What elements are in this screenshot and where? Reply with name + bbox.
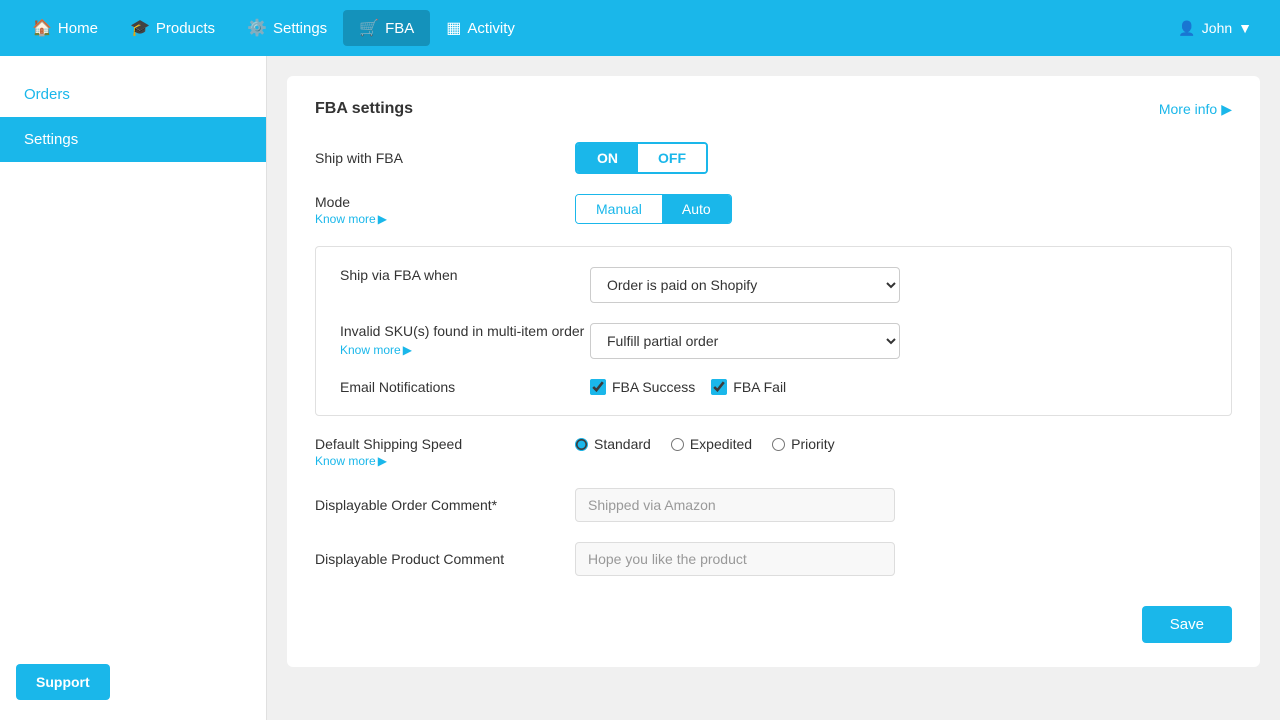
fba-success-checkbox[interactable]	[590, 379, 606, 395]
nav-activity-label: Activity	[467, 20, 515, 37]
fba-settings-card: FBA settings More info ▶ Ship with FBA O…	[287, 76, 1260, 667]
sidebar: Orders Settings	[0, 56, 267, 720]
ship-via-label: Ship via FBA when	[340, 267, 590, 283]
sidebar-orders-label: Orders	[24, 86, 70, 103]
ship-via-row: Ship via FBA when Order is paid on Shopi…	[340, 267, 1207, 303]
email-notifications-label: Email Notifications	[340, 379, 590, 395]
nav-home[interactable]: 🏠 Home	[16, 10, 114, 46]
settings-icon: ⚙️	[247, 18, 267, 38]
chevron-down-icon: ▼	[1238, 20, 1252, 36]
nav-fba-label: FBA	[385, 20, 414, 37]
email-checkboxes: FBA Success FBA Fail	[590, 379, 786, 395]
mode-toggle: Manual Auto	[575, 194, 732, 224]
invalid-sku-row: Invalid SKU(s) found in multi-item order…	[340, 323, 1207, 359]
activity-icon: ▦	[446, 18, 461, 38]
order-comment-row: Displayable Order Comment*	[315, 488, 1232, 522]
speed-priority-item[interactable]: Priority	[772, 436, 835, 452]
fba-fail-checkbox[interactable]	[711, 379, 727, 395]
nav-settings[interactable]: ⚙️ Settings	[231, 10, 343, 46]
chevron-right-small-icon: ▶	[378, 212, 387, 226]
main-content: FBA settings More info ▶ Ship with FBA O…	[267, 56, 1280, 720]
home-icon: 🏠	[32, 18, 52, 38]
more-info-link[interactable]: More info ▶	[1159, 101, 1232, 118]
fba-fail-label: FBA Fail	[733, 379, 786, 395]
shipping-speed-know-more-link[interactable]: Know more ▶	[315, 454, 387, 468]
fba-fail-checkbox-item[interactable]: FBA Fail	[711, 379, 786, 395]
card-header: FBA settings More info ▶	[315, 100, 1232, 118]
speed-priority-label: Priority	[791, 436, 835, 452]
shipping-speed-label: Default Shipping Speed	[315, 436, 575, 452]
speed-standard-radio[interactable]	[575, 438, 588, 451]
save-row: Save	[315, 596, 1232, 643]
product-comment-row: Displayable Product Comment	[315, 542, 1232, 576]
email-notifications-row: Email Notifications FBA Success FBA Fail	[340, 379, 1207, 395]
nav-fba[interactable]: 🛒 FBA	[343, 10, 430, 46]
nav-activity[interactable]: ▦ Activity	[430, 10, 531, 46]
mode-know-more-link[interactable]: Know more ▶	[315, 212, 387, 226]
shipping-speed-radios: Standard Expedited Priority	[575, 436, 835, 452]
product-comment-label: Displayable Product Comment	[315, 551, 575, 567]
navbar: 🏠 Home 🎓 Products ⚙️ Settings 🛒 FBA ▦ Ac…	[0, 0, 1280, 56]
order-comment-label: Displayable Order Comment*	[315, 497, 575, 513]
user-menu[interactable]: 👤 John ▼	[1166, 12, 1264, 45]
fba-success-label: FBA Success	[612, 379, 695, 395]
nav-settings-label: Settings	[273, 20, 327, 37]
support-button[interactable]: Support	[16, 664, 110, 700]
toggle-off-button[interactable]: OFF	[638, 144, 706, 172]
speed-expedited-label: Expedited	[690, 436, 752, 452]
mode-label: Mode	[315, 194, 575, 210]
shipping-speed-row: Default Shipping Speed Know more ▶ Stand…	[315, 436, 1232, 468]
chevron-right-sku-icon: ▶	[403, 343, 412, 357]
chevron-right-icon: ▶	[1221, 101, 1232, 118]
mode-manual-button[interactable]: Manual	[576, 195, 662, 223]
ship-with-fba-row: Ship with FBA ON OFF	[315, 142, 1232, 174]
shipping-speed-know-more-label: Know more	[315, 454, 376, 468]
nav-products[interactable]: 🎓 Products	[114, 10, 231, 46]
ship-with-fba-label: Ship with FBA	[315, 150, 575, 166]
mode-auto-button[interactable]: Auto	[662, 195, 731, 223]
products-icon: 🎓	[130, 18, 150, 38]
product-comment-input[interactable]	[575, 542, 895, 576]
fba-conditions-card: Ship via FBA when Order is paid on Shopi…	[315, 246, 1232, 416]
speed-expedited-radio[interactable]	[671, 438, 684, 451]
nav-products-label: Products	[156, 20, 215, 37]
invalid-sku-know-more-label: Know more	[340, 343, 401, 357]
username-label: John	[1202, 20, 1232, 36]
speed-priority-radio[interactable]	[772, 438, 785, 451]
save-button[interactable]: Save	[1142, 606, 1232, 643]
speed-expedited-item[interactable]: Expedited	[671, 436, 752, 452]
fba-icon: 🛒	[359, 18, 379, 38]
chevron-right-speed-icon: ▶	[378, 454, 387, 468]
invalid-sku-select[interactable]: Fulfill partial order Do not fulfill Can…	[590, 323, 900, 359]
invalid-sku-label: Invalid SKU(s) found in multi-item order	[340, 323, 590, 339]
order-comment-input[interactable]	[575, 488, 895, 522]
more-info-label: More info	[1159, 101, 1217, 117]
speed-standard-label: Standard	[594, 436, 651, 452]
user-icon: 👤	[1178, 20, 1195, 37]
sidebar-item-settings[interactable]: Settings	[0, 117, 266, 162]
ship-via-select[interactable]: Order is paid on Shopify Order is placed…	[590, 267, 900, 303]
fba-success-checkbox-item[interactable]: FBA Success	[590, 379, 695, 395]
ship-fba-toggle: ON OFF	[575, 142, 708, 174]
mode-row: Mode Know more ▶ Manual Auto	[315, 194, 1232, 226]
invalid-sku-know-more-link[interactable]: Know more ▶	[340, 343, 412, 357]
mode-know-more-label: Know more	[315, 212, 376, 226]
sidebar-settings-label: Settings	[24, 131, 78, 148]
nav-home-label: Home	[58, 20, 98, 37]
card-title: FBA settings	[315, 100, 413, 118]
page-layout: Orders Settings FBA settings More info ▶…	[0, 56, 1280, 720]
toggle-on-button[interactable]: ON	[577, 144, 638, 172]
speed-standard-item[interactable]: Standard	[575, 436, 651, 452]
sidebar-item-orders[interactable]: Orders	[0, 72, 266, 117]
